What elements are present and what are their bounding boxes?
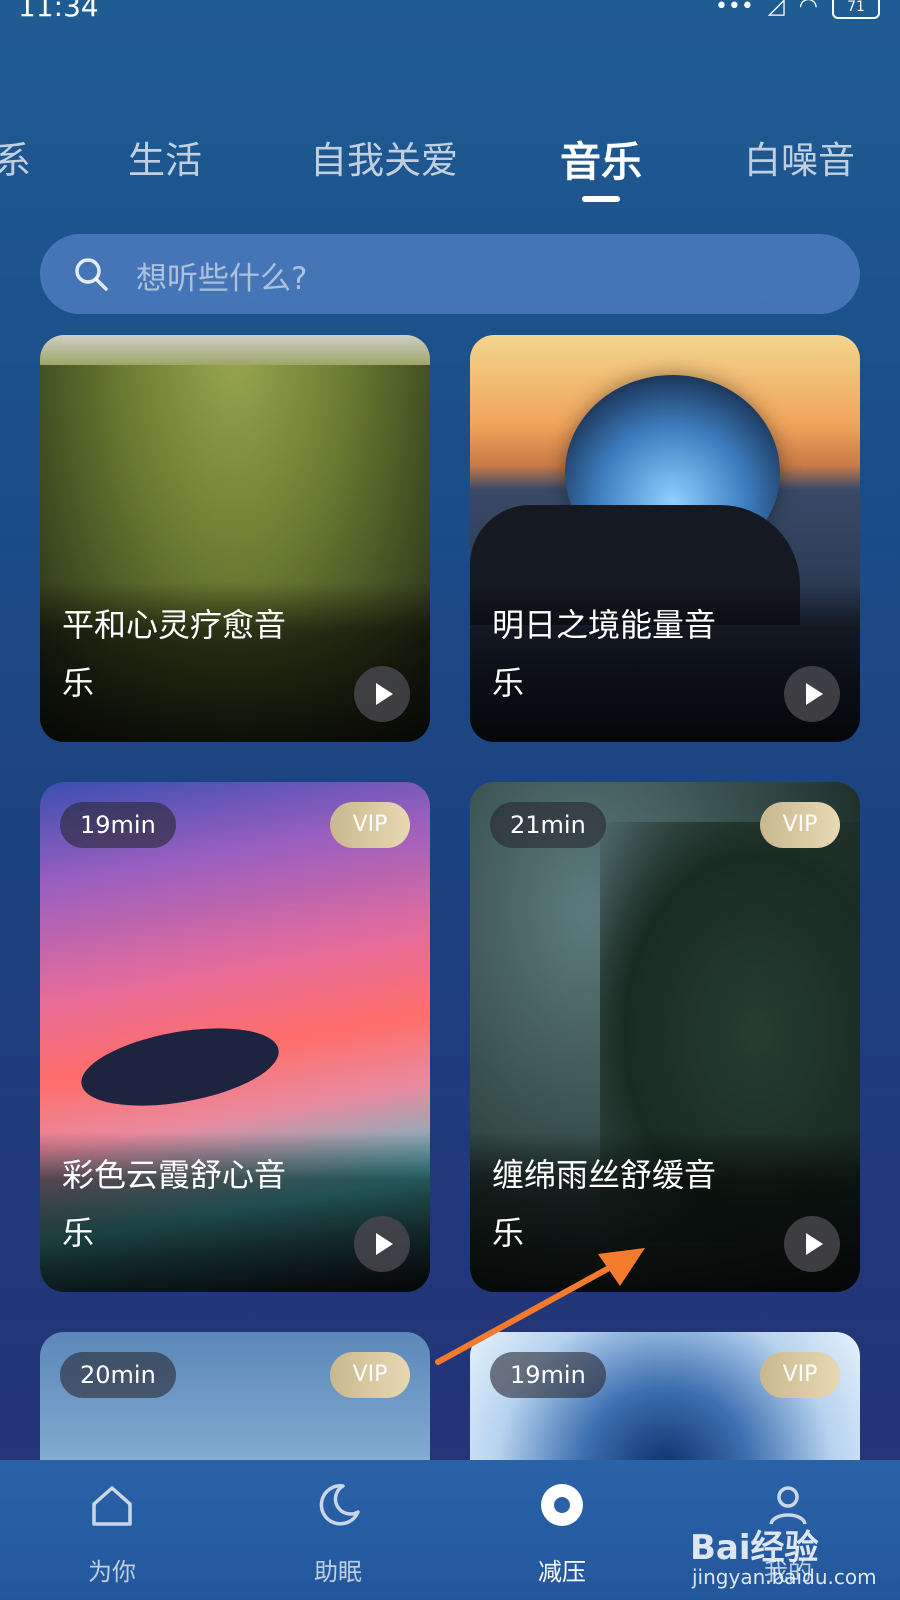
tab-life[interactable]: 生活 [128, 130, 202, 184]
search-icon [75, 258, 108, 291]
status-bar: 11:34 ••• ◿ ◠ 71 [0, 0, 900, 30]
nav-label: 减压 [538, 1558, 586, 1586]
vip-badge: VIP [330, 1352, 410, 1398]
card-title: 明日之境能量音 乐 [492, 596, 792, 712]
card-title: 平和心灵疗愈音 乐 [62, 596, 362, 712]
card-title-line2: 乐 [62, 664, 95, 702]
card-title: 彩色云霞舒心音 乐 [62, 1146, 362, 1262]
tab-music[interactable]: 音乐 [560, 128, 642, 188]
more-dots-icon: ••• [714, 0, 754, 19]
active-tab-indicator [582, 196, 620, 202]
cloud-image [75, 1015, 285, 1119]
vip-badge: VIP [330, 802, 410, 848]
card-title-line2: 乐 [62, 1214, 95, 1252]
nav-for-you[interactable]: 为你 [22, 1460, 202, 1600]
relax-icon [541, 1484, 583, 1526]
card-title-line1: 彩色云霞舒心音 [62, 1156, 287, 1194]
tab-partial[interactable]: 系 [0, 130, 31, 184]
nav-label: 为你 [88, 1558, 136, 1586]
duration-badge: 20min [60, 1352, 176, 1398]
card-title-line1: 平和心灵疗愈音 [62, 606, 287, 644]
home-icon [92, 1486, 132, 1526]
moon-icon [319, 1484, 360, 1526]
play-icon[interactable] [354, 1216, 410, 1272]
play-icon[interactable] [784, 666, 840, 722]
play-icon[interactable] [784, 1216, 840, 1272]
tab-white-noise[interactable]: 白噪音 [744, 130, 855, 184]
search-placeholder: 想听些什么? [136, 261, 308, 297]
watermark-logo: Bai经验 [690, 1528, 819, 1568]
music-card[interactable]: 19min VIP 彩色云霞舒心音 乐 [40, 782, 430, 1292]
music-card[interactable]: 平和心灵疗愈音 乐 [40, 335, 430, 742]
status-icons: ••• ◿ ◠ 71 [715, 0, 880, 19]
nav-label: 助眠 [314, 1558, 362, 1586]
tab-self-care[interactable]: 自我关爱 [310, 130, 458, 184]
vip-badge: VIP [760, 1352, 840, 1398]
duration-badge: 19min [60, 802, 176, 848]
status-time: 11:34 [18, 0, 99, 23]
signal-icon: ◿ [767, 0, 785, 19]
nav-sleep[interactable]: 助眠 [248, 1460, 428, 1600]
music-card[interactable]: 21min VIP 缠绵雨丝舒缓音 乐 [470, 782, 860, 1292]
play-icon[interactable] [354, 666, 410, 722]
search-bar[interactable]: 想听些什么? [40, 234, 860, 314]
vip-badge: VIP [760, 802, 840, 848]
watermark-url: jingyan.baidu.com [692, 1565, 877, 1589]
card-title-line1: 明日之境能量音 [492, 606, 717, 644]
category-tabs: 系 生活 自我关爱 音乐 白噪音 [0, 130, 900, 200]
nav-relax[interactable]: 减压 [472, 1460, 652, 1600]
duration-badge: 21min [490, 802, 606, 848]
card-title-line2: 乐 [492, 664, 525, 702]
wifi-icon: ◠ [798, 0, 818, 19]
annotation-arrow-icon [435, 1248, 645, 1365]
card-title-line1: 缠绵雨丝舒缓音 [492, 1156, 717, 1194]
battery-icon: 71 [832, 0, 880, 19]
music-card[interactable]: 明日之境能量音 乐 [470, 335, 860, 742]
